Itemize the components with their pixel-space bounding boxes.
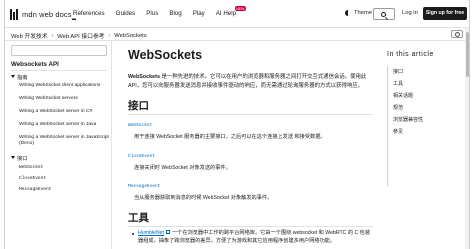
interface-term-websocket[interactable]: WebSocket <box>128 123 152 128</box>
sidebar-item[interactable]: Writing a WebSocket server in Java <box>19 122 109 128</box>
section-divider <box>128 226 373 227</box>
top-navigation-bar: mdn web docs_ References Guides Plus Blo… <box>5 0 469 28</box>
nav-ai-help[interactable]: AI Help NEW <box>215 6 247 17</box>
breadcrumb-separator-icon: › <box>108 32 111 39</box>
globe-icon <box>455 32 460 37</box>
toc-item-compat[interactable]: 浏览器兼容性 <box>393 116 423 123</box>
toc-item-interfaces[interactable]: 接口 <box>393 68 403 75</box>
breadcrumb-bar: Web 开发技术 › Web API 接口参考 › WebSockets <box>5 28 469 41</box>
humblenet-link[interactable]: HumbleNet <box>138 230 164 236</box>
breadcrumb-separator-icon: › <box>51 32 54 39</box>
caret-down-icon <box>11 156 15 159</box>
new-badge: NEW <box>234 6 247 11</box>
caret-down-icon <box>11 75 15 78</box>
sidebar-item[interactable]: Writing a WebSocket server in C# <box>19 109 109 115</box>
main-nav: References Guides Plus Blog Play AI Help… <box>73 6 258 17</box>
toc-item-related[interactable]: 相关话题 <box>393 92 413 99</box>
toc-rail <box>387 66 388 186</box>
breadcrumb: Web 开发技术 › Web API 接口参考 › WebSockets <box>11 31 147 41</box>
sidebar: Websockets API 指南 Writing WebSocket clie… <box>5 41 112 249</box>
interface-term-messageevent[interactable]: MessageEvent <box>128 184 160 189</box>
language-switcher[interactable] <box>451 30 463 38</box>
sidebar-item[interactable]: Writing WebSocket servers <box>19 96 109 102</box>
ai-help-label: AI Help <box>215 10 237 17</box>
toc-item-tools[interactable]: 工具 <box>393 80 403 87</box>
sidebar-item-messageevent[interactable]: MessageEvent <box>19 187 109 193</box>
breadcrumb-web-dev[interactable]: Web 开发技术 <box>11 31 48 40</box>
table-of-contents: In this article 接口 工具 相关话题 规范 浏览器兼容性 参见 <box>383 41 469 249</box>
sidebar-divider <box>11 70 107 71</box>
mdn-logo-icon <box>10 9 20 20</box>
interface-desc: 当从服务器获取到消息的时候 WebSocket 对象触发的事件。 <box>134 195 273 201</box>
login-link[interactable]: Log in <box>402 10 418 16</box>
tool-desc: 一个在浏览器中工作的跨平台网络库。它由一个围绕 websocket 和 WebR… <box>138 230 371 244</box>
sidebar-group-guides[interactable]: 指南 <box>11 73 28 81</box>
breadcrumb-websockets[interactable]: WebSockets <box>114 33 146 39</box>
sidebar-item[interactable]: Writing WebSocket client applications <box>19 83 109 89</box>
breadcrumb-web-api[interactable]: Web API 接口参考 <box>57 31 104 40</box>
nav-plus[interactable]: Plus <box>146 10 158 17</box>
nav-play[interactable]: Play <box>193 10 205 17</box>
theme-icon <box>345 10 351 16</box>
sidebar-item-websocket[interactable]: WebSocket <box>19 165 109 171</box>
theme-switcher[interactable]: Theme <box>345 10 372 16</box>
interface-term-closeevent[interactable]: CloseEvent <box>128 154 155 159</box>
bullet-icon <box>132 232 134 235</box>
scrollbar-thumb[interactable] <box>465 32 469 77</box>
search-icon <box>381 12 386 17</box>
toc-title: In this article <box>387 51 434 58</box>
interface-desc: 连接关闭时 WebSocket 对象发送的事件。 <box>134 165 231 171</box>
nav-guides[interactable]: Guides <box>116 10 136 17</box>
tool-list-item: HumbleNet 一个在浏览器中工作的跨平台网络库。它由一个围绕 websock… <box>128 230 372 245</box>
section-heading-tools: 工具 <box>128 212 149 224</box>
interface-desc: 用于连接 WebSocket 服务器的主要接口，之后可以在这个连接上发送 和接受… <box>134 134 326 140</box>
section-heading-interfaces: 接口 <box>128 100 149 112</box>
sidebar-title[interactable]: Websockets API <box>11 61 59 68</box>
page: mdn web docs_ References Guides Plus Blo… <box>4 0 470 249</box>
search-button[interactable] <box>373 8 395 20</box>
scrollbar[interactable] <box>465 28 469 249</box>
sidebar-item[interactable]: Writing a WebSocket server in JavaScript… <box>19 135 109 148</box>
page-title: WebSockets <box>128 48 203 62</box>
nav-references[interactable]: References <box>73 10 105 17</box>
logo-text: mdn web docs_ <box>22 10 76 20</box>
sidebar-group-interfaces[interactable]: 接口 <box>11 154 28 162</box>
intro-paragraph: WebSockets 是一种先进的技术。它可以在用户的浏览器和服务器之间打开交互… <box>128 74 367 89</box>
mdn-logo[interactable]: mdn web docs_ <box>10 9 76 20</box>
toc-item-see-also[interactable]: 参见 <box>393 128 403 135</box>
sidebar-filter-input[interactable] <box>11 45 107 56</box>
signup-button[interactable]: Sign up for free <box>423 7 467 20</box>
toc-item-specifications[interactable]: 规范 <box>393 104 403 111</box>
main-content: WebSockets WebSockets 是一种先进的技术。它可以在用户的浏览… <box>112 41 382 249</box>
theme-label: Theme <box>354 10 373 16</box>
section-divider <box>128 114 373 115</box>
external-link-icon <box>165 230 170 234</box>
sidebar-item-closeevent[interactable]: CloseEvent <box>19 176 109 182</box>
nav-blog[interactable]: Blog <box>169 10 181 17</box>
